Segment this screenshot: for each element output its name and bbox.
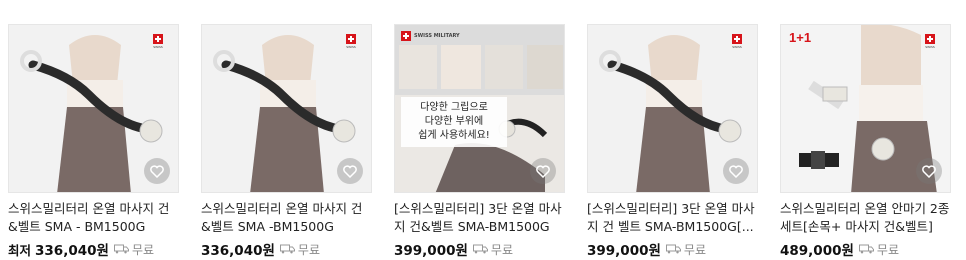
product-price: 489,000원 — [780, 243, 854, 259]
product-price: 399,000원 — [587, 243, 661, 259]
product-card[interactable]: 1+1 SWISS 스위스밀리터리 온열 안마기 2종세트[손목+ 마사지 건&… — [780, 24, 951, 259]
truck-icon — [113, 244, 129, 254]
shipping-label: 무료 — [876, 242, 900, 257]
swiss-flag-icon: SWISS — [727, 34, 747, 56]
price-row: 489,000원 무료 — [780, 239, 951, 260]
promo-badge: 1+1 — [789, 30, 812, 45]
shipping-info: 무료 — [113, 241, 155, 258]
shipping-info: 무료 — [279, 241, 321, 258]
heart-icon[interactable] — [144, 158, 170, 184]
product-price: 399,000원 — [394, 243, 468, 259]
promo-text: 다양한 그립으로 다양한 부위에 쉽게 사용하세요! — [401, 97, 507, 147]
truck-icon — [279, 244, 295, 254]
product-title[interactable]: 스위스밀리터리 온열 마사지 건&벨트 SMA -BM1500G — [201, 200, 372, 236]
shipping-info: 무료 — [472, 241, 514, 258]
product-title[interactable]: [스위스밀리터리] 3단 온열 마사지 건 벨트 SMA-BM1500G[... — [587, 200, 758, 236]
product-price: 336,040원 — [35, 243, 109, 259]
product-card[interactable]: SWISS 스위스밀리터리 온열 마사지 건&벨트 SMA - BM1500G … — [8, 24, 179, 259]
price-row: 최저 336,040원 무료 — [8, 239, 179, 260]
swiss-flag-icon: SWISS — [920, 34, 940, 56]
product-card[interactable]: SWISS MILITARY 다양한 그립으로 다양한 부위에 쉽게 사용하세요… — [394, 24, 565, 259]
product-image[interactable]: SWISS — [201, 24, 372, 193]
product-title[interactable]: [스위스밀리터리] 3단 온열 마사지 건&벨트 SMA-BM1500G[... — [394, 200, 565, 236]
product-image[interactable]: SWISS — [8, 24, 179, 193]
product-list-row: SWISS 스위스밀리터리 온열 마사지 건&벨트 SMA - BM1500G … — [0, 0, 966, 260]
heart-icon[interactable] — [723, 158, 749, 184]
shipping-label: 무료 — [131, 242, 155, 257]
product-title[interactable]: 스위스밀리터리 온열 안마기 2종세트[손목+ 마사지 건&벨트] — [780, 200, 951, 236]
brand-logo: SWISS MILITARY — [401, 31, 460, 41]
product-image[interactable]: SWISS — [587, 24, 758, 193]
swiss-flag-icon: SWISS — [148, 34, 168, 56]
product-price: 336,040원 — [201, 243, 275, 259]
heart-icon[interactable] — [337, 158, 363, 184]
product-image[interactable]: 1+1 SWISS — [780, 24, 951, 193]
product-image[interactable]: SWISS MILITARY 다양한 그립으로 다양한 부위에 쉽게 사용하세요… — [394, 24, 565, 193]
swiss-flag-icon — [401, 31, 411, 41]
swiss-flag-icon: SWISS — [341, 34, 361, 56]
shipping-label: 무료 — [297, 242, 321, 257]
product-card[interactable]: SWISS [스위스밀리터리] 3단 온열 마사지 건 벨트 SMA-BM150… — [587, 24, 758, 259]
price-row: 399,000원 무료 — [587, 239, 758, 260]
price-prefix: 최저 — [8, 242, 32, 258]
product-title[interactable]: 스위스밀리터리 온열 마사지 건&벨트 SMA - BM1500G — [8, 200, 179, 236]
price-row: 336,040원 무료 — [201, 239, 372, 260]
shipping-info: 무료 — [665, 241, 707, 258]
truck-icon — [472, 244, 488, 254]
heart-icon[interactable] — [530, 158, 556, 184]
shipping-info: 무료 — [858, 241, 900, 258]
shipping-label: 무료 — [490, 242, 514, 257]
truck-icon — [858, 244, 874, 254]
product-card[interactable]: SWISS 스위스밀리터리 온열 마사지 건&벨트 SMA -BM1500G 3… — [201, 24, 372, 259]
shipping-label: 무료 — [683, 242, 707, 257]
heart-icon[interactable] — [916, 158, 942, 184]
truck-icon — [665, 244, 681, 254]
price-row: 399,000원 무료 — [394, 239, 565, 260]
